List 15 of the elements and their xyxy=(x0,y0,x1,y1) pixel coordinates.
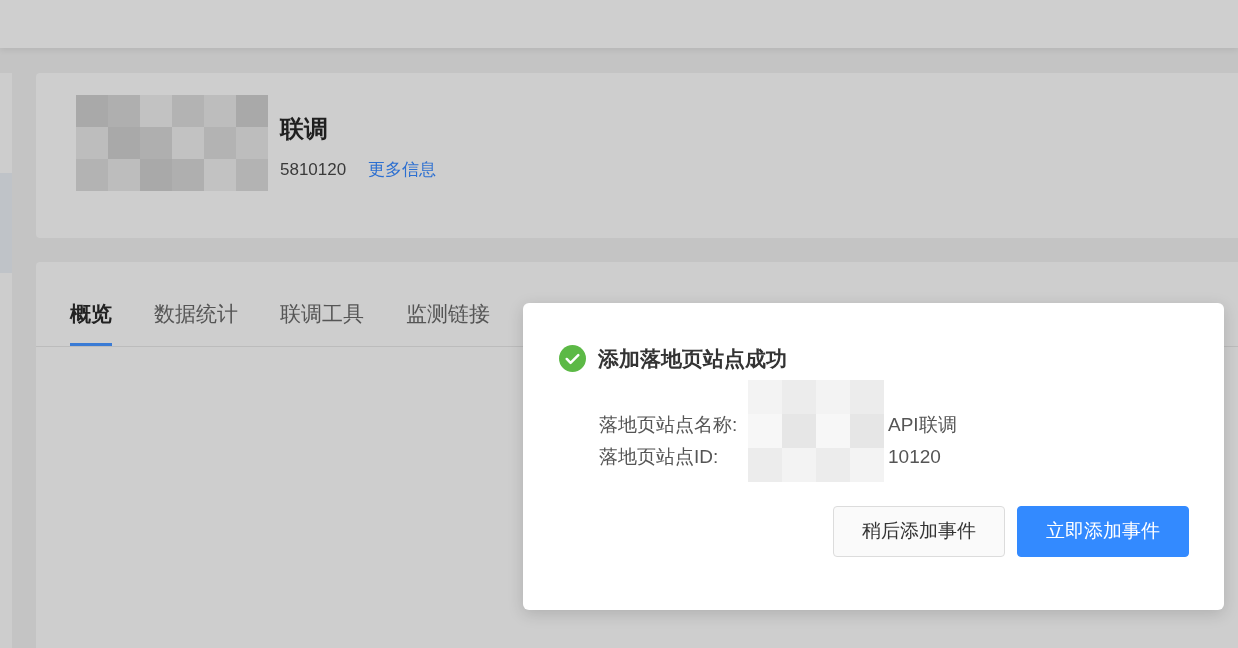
more-info-link[interactable]: 更多信息 xyxy=(368,157,437,183)
tab[interactable]: 联调工具 xyxy=(280,297,364,346)
success-check-icon xyxy=(559,345,586,373)
tab[interactable]: 概览 xyxy=(70,297,112,346)
field-label: 落地页站点名称: xyxy=(599,412,738,437)
field-value: API联调 xyxy=(888,412,957,437)
tab[interactable]: 数据统计 xyxy=(154,297,238,346)
field-label: 落地页站点ID: xyxy=(599,445,719,469)
add-event-later-button[interactable]: 稍后添加事件 xyxy=(833,505,1005,557)
dialog-title: 添加落地页站点成功 xyxy=(598,346,787,372)
page-title: 联调 xyxy=(280,114,329,144)
field-value: 10120 xyxy=(888,445,941,469)
add-event-now-button[interactable]: 立即添加事件 xyxy=(1017,505,1189,557)
site-id: 5810120 xyxy=(280,159,347,181)
tab[interactable]: 监测链接 xyxy=(406,297,490,346)
